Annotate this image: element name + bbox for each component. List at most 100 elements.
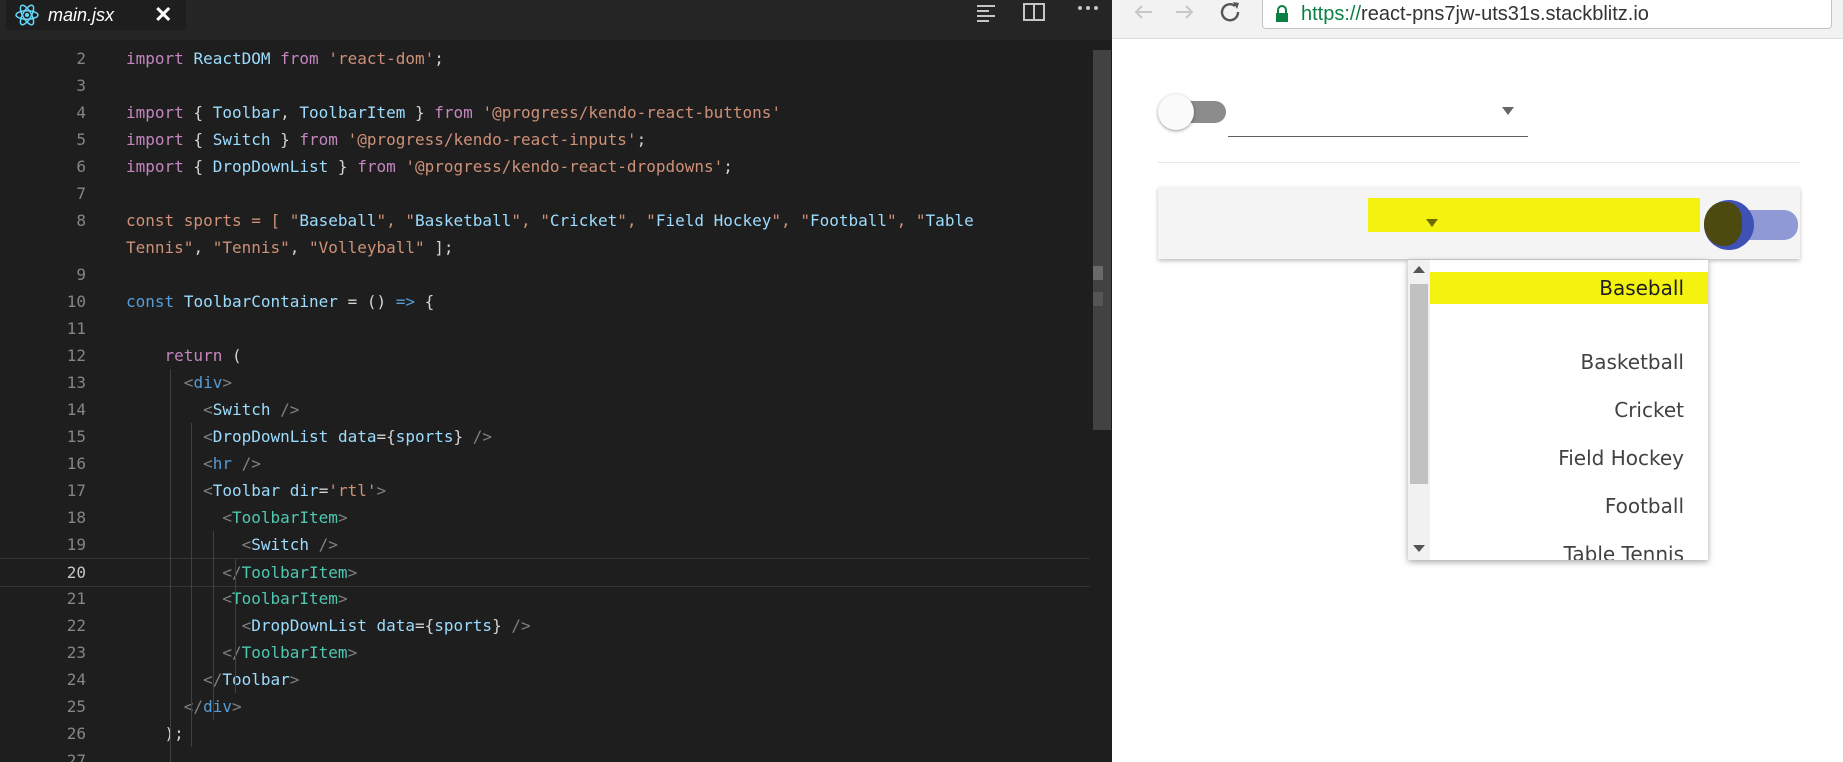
option-item[interactable]: Baseball [1430,272,1708,304]
code-line[interactable]: 10 const ToolbarContainer = () => { [0,288,1090,315]
code-text: import { DropDownList } from '@progress/… [126,157,733,176]
option-item[interactable]: Table Tennis [1430,530,1708,560]
overview-marker [1093,292,1103,306]
back-icon[interactable] [1130,0,1156,26]
editor-tab-bar: main.jsx ✕ [0,0,1112,40]
line-number: 25 [66,697,86,716]
line-number: 23 [66,643,86,662]
scroll-down-icon[interactable] [1413,545,1425,552]
option-item[interactable]: Cricket [1430,386,1708,434]
option-item[interactable]: Field Hockey [1430,434,1708,482]
horizontal-rule [1158,162,1800,163]
code-text: <ToolbarItem> [222,589,348,608]
code-line[interactable]: 12 return ( [0,342,1090,369]
code-line[interactable]: 11 [0,315,1090,342]
line-number: 20 [66,563,86,582]
code-text: return ( [164,346,242,365]
code-line[interactable]: 5 import { Switch } from '@progress/kendo… [0,126,1090,153]
code-line-current[interactable]: 20 </ToolbarItem> [0,558,1090,587]
line-number: 15 [66,427,86,446]
code-line[interactable]: 21 <ToolbarItem> [0,585,1090,612]
code-line[interactable]: Tennis", "Tennis", "Volleyball" ]; [0,234,1090,261]
code-text: <Switch /> [241,535,338,554]
dropdown-list[interactable] [1228,90,1528,137]
line-number: 19 [66,535,86,554]
code-line[interactable]: 22 <DropDownList data={sports} /> [0,612,1090,639]
split-editor-icon[interactable] [1021,0,1047,26]
popup-scrollbar[interactable] [1408,260,1430,560]
align-left-icon[interactable] [973,0,999,26]
code-text: </ToolbarItem> [222,563,358,582]
code-area[interactable]: 2 import ReactDOM from 'react-dom'; 3 4 impo… [0,40,1090,762]
indent-guide [235,558,236,693]
line-number: 8 [76,211,86,230]
option-item[interactable]: Football [1430,482,1708,530]
code-line[interactable]: 25 </div> [0,693,1090,720]
code-line[interactable]: 19 <Switch /> [0,531,1090,558]
code-editor[interactable]: main.jsx ✕ 2 import ReactDOM from 'react-… [0,0,1112,762]
line-number: 11 [66,319,86,338]
code-text: <hr /> [203,454,261,473]
code-line[interactable]: 17 <Toolbar dir='rtl'> [0,477,1090,504]
line-number: 16 [66,454,86,473]
code-text: </ToolbarItem> [222,643,358,662]
code-text: <div> [183,373,232,392]
code-line[interactable]: 26 ); [0,720,1090,747]
code-line[interactable]: 3 [0,72,1090,99]
address-bar[interactable]: https://react-pns7jw-uts31s.stackblitz.i… [1262,0,1832,29]
line-number: 21 [66,589,86,608]
indent-guide [170,369,171,762]
line-number: 13 [66,373,86,392]
close-icon[interactable]: ✕ [154,2,172,28]
overview-marker [1093,266,1103,280]
code-text: import { Switch } from '@progress/kendo-… [126,130,647,149]
switch-on[interactable] [1704,196,1800,252]
url-text[interactable]: https://react-pns7jw-uts31s.stackblitz.i… [1301,3,1649,26]
code-text: <DropDownList data={sports} /> [241,616,531,635]
code-line[interactable]: 27 [0,747,1090,762]
code-line[interactable]: 4 import { Toolbar, ToolbarItem } from '@… [0,99,1090,126]
tab-main-jsx[interactable]: main.jsx ✕ [6,0,187,30]
code-line[interactable]: 13 <div> [0,369,1090,396]
line-number: 9 [76,265,86,284]
line-number: 3 [76,76,86,95]
code-line[interactable]: 18 <ToolbarItem> [0,504,1090,531]
option-item[interactable]: Basketball [1430,338,1708,386]
line-number: 12 [66,346,86,365]
lock-icon [1276,5,1288,22]
code-line[interactable]: 14 <Switch /> [0,396,1090,423]
code-line[interactable]: 7 [0,180,1090,207]
line-number: 14 [66,400,86,419]
line-number: 22 [66,616,86,635]
popup-scroll-thumb[interactable] [1410,284,1428,484]
code-line[interactable]: 23 </ToolbarItem> [0,639,1090,666]
more-icon[interactable] [1075,0,1101,26]
code-text: import { Toolbar, ToolbarItem } from '@p… [126,103,782,122]
chevron-down-icon [1502,107,1514,115]
code-line[interactable]: 15 <DropDownList data={sports} /> [0,423,1090,450]
code-line[interactable]: 8 const sports = [ "Baseball", "Basketbal… [0,207,1090,234]
reload-icon[interactable] [1218,0,1244,26]
forward-icon[interactable] [1172,0,1198,26]
code-line[interactable]: 6 import { DropDownList } from '@progress… [0,153,1090,180]
chevron-down-icon[interactable] [1426,219,1438,227]
code-text: ); [126,724,184,743]
editor-scroll-thumb[interactable] [1093,50,1111,430]
code-text: const ToolbarContainer = () => { [126,292,435,311]
code-text: Tennis", "Tennis", "Volleyball" ]; [126,238,454,257]
code-line[interactable]: 16 <hr /> [0,450,1090,477]
browser-nav-bar: https://react-pns7jw-uts31s.stackblitz.i… [1112,0,1843,39]
dropdown-popup[interactable]: Baseball Basketball Cricket Field Hockey Foo… [1408,260,1708,560]
react-icon [15,4,39,26]
line-number: 6 [76,157,86,176]
tab-filename: main.jsx [48,4,115,25]
line-number: 4 [76,103,86,122]
scroll-up-icon[interactable] [1413,266,1425,273]
switch-thumb [1158,94,1194,130]
code-line[interactable]: 2 import ReactDOM from 'react-dom'; [0,45,1090,72]
code-text: <Switch /> [203,400,300,419]
indent-guide [213,531,214,720]
switch-off[interactable] [1158,92,1228,132]
code-line[interactable]: 24 </Toolbar> [0,666,1090,693]
code-line[interactable]: 9 [0,261,1090,288]
